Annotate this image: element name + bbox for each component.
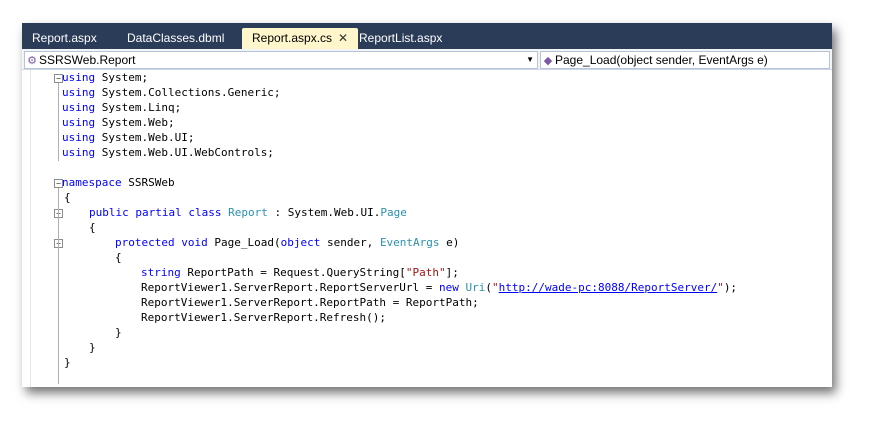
code-line: { [89,221,96,234]
tab-label: Report.aspx [32,31,97,45]
code-line: using System.Collections.Generic; [62,86,281,99]
code-line: using System.Web; [62,116,175,129]
code-line: ReportViewer1.ServerReport.Refresh(); [141,311,387,324]
document-tab-bar: Report.aspx DataClasses.dbml Report.aspx… [22,28,832,49]
code-line: protected void Page_Load(object sender, … [115,236,460,249]
outline-guide [58,188,59,384]
class-dropdown[interactable]: ⚙ SSRSWeb.Report ▼ [24,51,538,69]
code-line: { [64,191,71,204]
tab-report-aspx[interactable]: Report.aspx [22,28,107,48]
chevron-down-icon[interactable]: ▼ [526,52,534,68]
code-line: using System.Web.UI; [62,131,195,144]
code-line: public partial class Report : System.Web… [89,206,407,219]
code-line: string ReportPath = Request.QueryString[… [141,266,459,279]
member-dropdown[interactable]: ◆ Page_Load(object sender, EventArgs e) [540,51,830,69]
member-dropdown-value: Page_Load(object sender, EventArgs e) [555,53,768,67]
code-line: using System.Linq; [62,101,182,114]
tab-dataclasses-dbml[interactable]: DataClasses.dbml [117,28,234,48]
tab-label: DataClasses.dbml [127,31,225,45]
navigation-bar: ⚙ SSRSWeb.Report ▼ ◆ Page_Load(object send… [22,49,832,70]
outline-guide [58,83,59,161]
close-icon[interactable]: ✕ [338,31,348,45]
code-line: using System.Web.UI.WebControls; [62,146,274,159]
editor-margin [22,70,31,387]
class-icon: ⚙ [27,55,37,67]
tab-reportlist-aspx[interactable]: ReportList.aspx [349,28,452,48]
code-line: namespace SSRSWeb [62,176,175,189]
code-line: } [64,356,71,369]
code-line: } [115,326,122,339]
server-url-link[interactable]: http://wade-pc:8088/ReportServer/ [499,281,718,294]
tab-label: Report.aspx.cs [252,31,333,45]
code-line: ReportViewer1.ServerReport.ReportPath = … [141,296,479,309]
code-line: } [89,341,96,354]
code-line: using System; [62,71,149,84]
tab-label: ReportList.aspx [359,31,443,45]
ide-window: Report.aspx DataClasses.dbml Report.aspx… [22,23,832,387]
method-icon: ◆ [543,55,553,67]
code-line: ReportViewer1.ServerReport.ReportServerU… [141,281,738,294]
code-line: { [115,251,122,264]
class-dropdown-value: SSRSWeb.Report [39,53,136,67]
code-editor[interactable]: − − − − using System; using System.Colle… [22,70,832,387]
tab-report-aspx-cs[interactable]: Report.aspx.cs ✕ [242,28,359,49]
